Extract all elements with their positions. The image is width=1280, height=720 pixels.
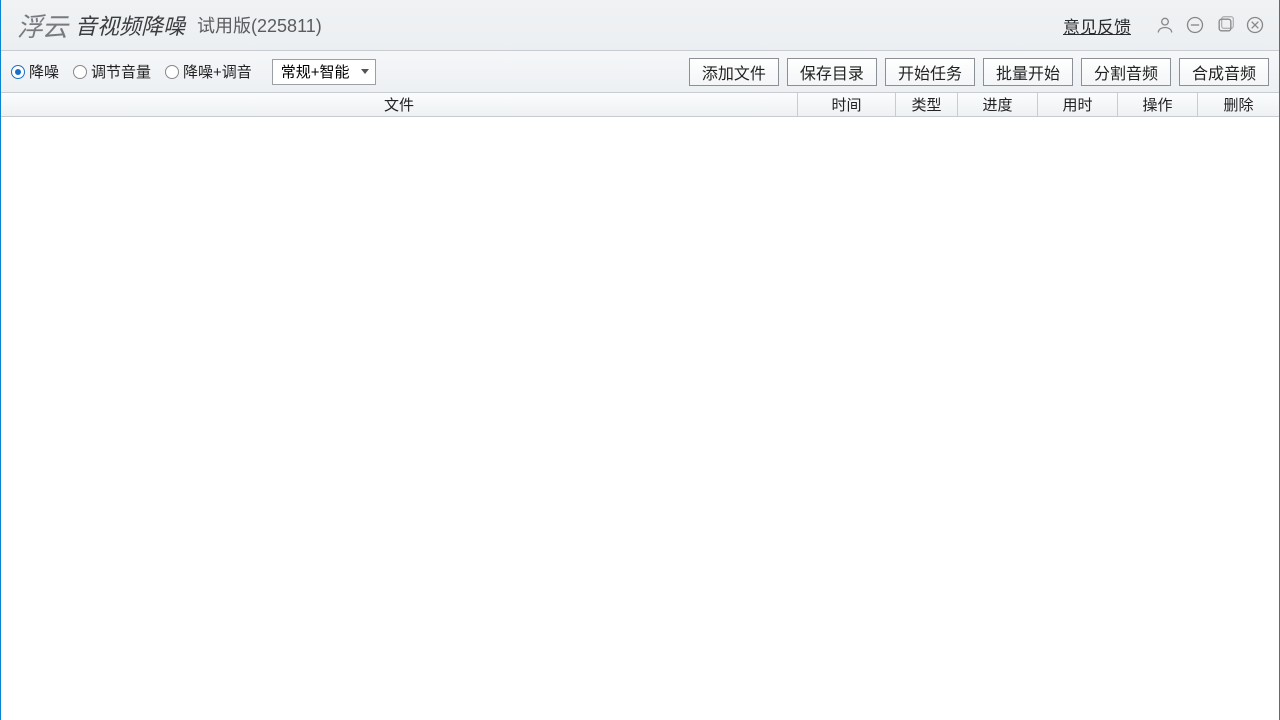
maximize-icon[interactable]: [1213, 13, 1237, 37]
col-label: 类型: [911, 94, 941, 115]
button-label: 开始任务: [898, 60, 962, 84]
col-label: 用时: [1062, 94, 1092, 115]
radio-volume[interactable]: 调节音量: [73, 61, 151, 82]
toolbar-buttons: 添加文件 保存目录 开始任务 批量开始 分割音频 合成音频: [689, 58, 1269, 86]
chevron-down-icon: [361, 69, 369, 74]
col-delete[interactable]: 删除: [1198, 93, 1279, 116]
col-label: 删除: [1223, 94, 1253, 115]
col-progress[interactable]: 进度: [958, 93, 1038, 116]
button-label: 批量开始: [996, 60, 1060, 84]
minimize-icon[interactable]: [1183, 13, 1207, 37]
col-label: 文件: [384, 94, 414, 115]
radio-denoise[interactable]: 降噪: [11, 61, 59, 82]
toolbar: 降噪 调节音量 降噪+调音 常规+智能 添加文件 保存目录 开始任务 批量开始 …: [1, 51, 1279, 93]
button-label: 保存目录: [800, 60, 864, 84]
radio-dot-icon: [165, 65, 179, 79]
batch-start-button[interactable]: 批量开始: [983, 58, 1073, 86]
mode-radio-group: 降噪 调节音量 降噪+调音: [11, 61, 252, 82]
button-label: 分割音频: [1094, 60, 1158, 84]
radio-both[interactable]: 降噪+调音: [165, 61, 252, 82]
col-duration[interactable]: 用时: [1038, 93, 1118, 116]
close-icon[interactable]: [1243, 13, 1267, 37]
save-dir-button[interactable]: 保存目录: [787, 58, 877, 86]
radio-label: 降噪+调音: [183, 61, 252, 82]
radio-dot-icon: [73, 65, 87, 79]
radio-label: 调节音量: [91, 61, 151, 82]
col-file[interactable]: 文件: [1, 93, 798, 116]
col-time[interactable]: 时间: [798, 93, 896, 116]
col-type[interactable]: 类型: [896, 93, 958, 116]
split-audio-button[interactable]: 分割音频: [1081, 58, 1171, 86]
preset-select[interactable]: 常规+智能: [272, 59, 376, 85]
app-logo: 浮云: [17, 7, 67, 44]
add-file-button[interactable]: 添加文件: [689, 58, 779, 86]
app-title: 音视频降噪: [75, 9, 185, 41]
title-bar: 浮云 音视频降噪 试用版(225811) 意见反馈: [1, 0, 1279, 51]
col-label: 操作: [1142, 94, 1172, 115]
col-operate[interactable]: 操作: [1118, 93, 1198, 116]
preset-select-value: 常规+智能: [281, 61, 350, 82]
col-label: 进度: [982, 94, 1012, 115]
table-header: 文件 时间 类型 进度 用时 操作 删除: [1, 93, 1279, 117]
button-label: 合成音频: [1192, 60, 1256, 84]
feedback-link[interactable]: 意见反馈: [1063, 13, 1131, 38]
button-label: 添加文件: [702, 60, 766, 84]
start-task-button[interactable]: 开始任务: [885, 58, 975, 86]
user-icon[interactable]: [1153, 13, 1177, 37]
merge-audio-button[interactable]: 合成音频: [1179, 58, 1269, 86]
app-version: 试用版(225811): [197, 12, 322, 38]
table-body: [1, 117, 1279, 720]
col-label: 时间: [831, 94, 861, 115]
radio-label: 降噪: [29, 61, 59, 82]
radio-dot-icon: [11, 65, 25, 79]
